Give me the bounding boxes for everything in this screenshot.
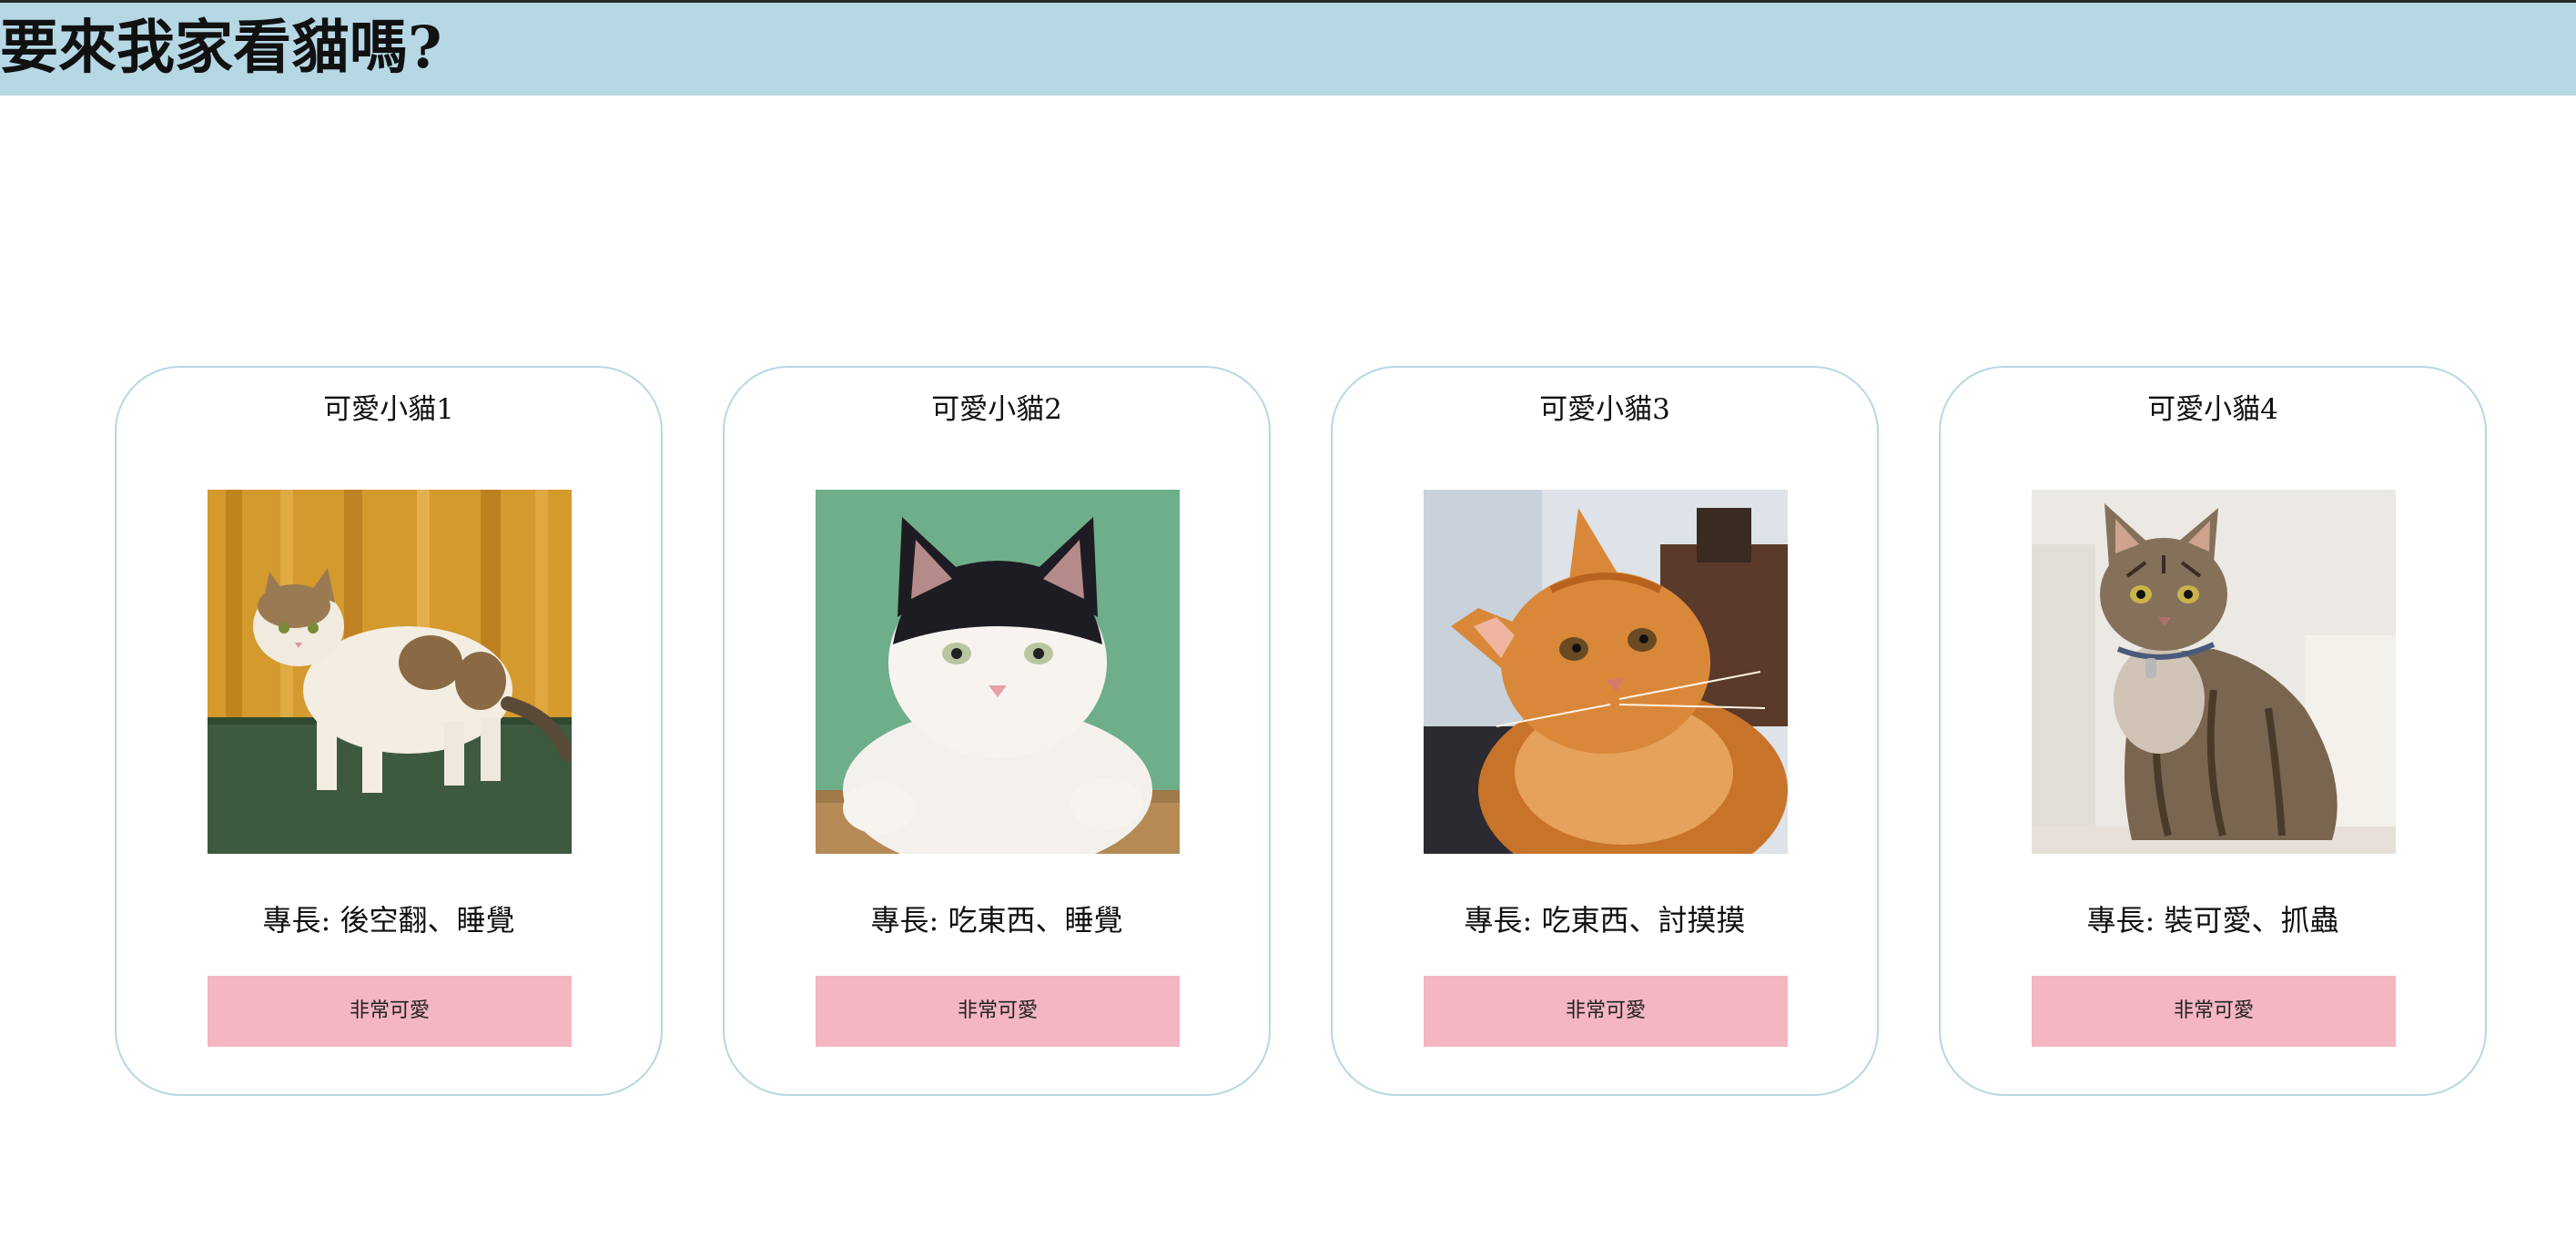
cat-skill-text: 專長: 裝可愛、抓蟲: [2086, 903, 2339, 938]
page-title: 要來我家看貓嗎?: [0, 14, 442, 82]
cat-skill-text: 專長: 吃東西、睡覺: [870, 903, 1123, 938]
tuxedo-cat-photo: [816, 490, 1180, 854]
cat-card-2: 可愛小貓2 專長: 吃東西、睡覺 非常可愛: [723, 366, 1271, 1096]
cat-card-1: 可愛小貓1 專長: 後空翻、睡覺 非常可愛: [115, 366, 663, 1096]
tabby-cat-photo: [2032, 490, 2396, 854]
cat-card-list: 可愛小貓1 專長: 後空翻、睡覺 非常可愛 可愛小貓2 專長: 吃東西、睡覺 非…: [115, 366, 2487, 1096]
card-title: 可愛小貓4: [2147, 393, 2278, 426]
very-cute-button[interactable]: 非常可愛: [2032, 976, 2396, 1047]
cat-skill-text: 專長: 後空翻、睡覺: [262, 903, 515, 938]
page-header: 要來我家看貓嗎?: [0, 3, 2576, 96]
card-title: 可愛小貓3: [1539, 393, 1670, 426]
very-cute-button[interactable]: 非常可愛: [816, 976, 1180, 1047]
very-cute-button[interactable]: 非常可愛: [1424, 976, 1788, 1047]
cat-skill-text: 專長: 吃東西、討摸摸: [1464, 903, 1746, 938]
card-title: 可愛小貓1: [323, 393, 454, 426]
very-cute-button[interactable]: 非常可愛: [208, 976, 572, 1047]
calico-cat-photo: [208, 490, 572, 854]
orange-cat-photo: [1424, 490, 1788, 854]
card-title: 可愛小貓2: [931, 393, 1062, 426]
cat-card-4: 可愛小貓4 專長: 裝可愛、抓蟲 非常可愛: [1939, 366, 2487, 1096]
cat-card-3: 可愛小貓3 專長: 吃東西、討摸摸 非常可愛: [1331, 366, 1879, 1096]
